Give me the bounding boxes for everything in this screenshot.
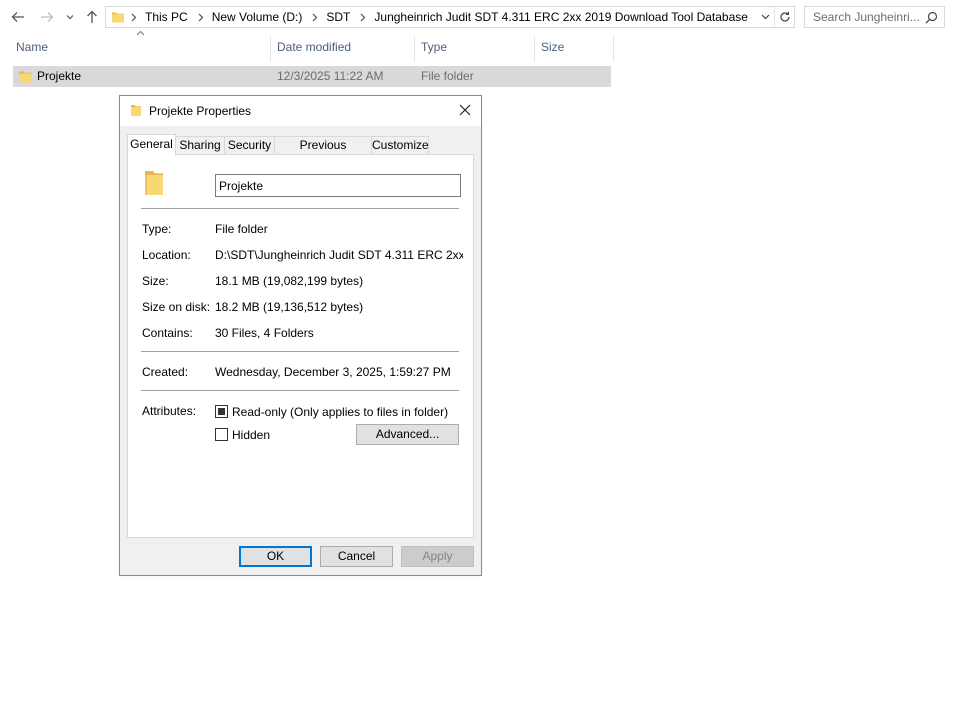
folder-icon [131, 105, 141, 116]
general-tab-panel: Type: File folder Location: D:\SDT\Jungh… [127, 154, 474, 538]
breadcrumb-item[interactable]: SDT [322, 10, 356, 24]
created-value: Wednesday, December 3, 2025, 1:59:27 PM [215, 365, 451, 379]
size-on-disk-label: Size on disk: [142, 300, 211, 314]
refresh-icon [779, 11, 790, 22]
search-input[interactable] [813, 10, 931, 24]
cancel-button[interactable]: Cancel [320, 546, 393, 567]
search-icon [925, 11, 938, 24]
breadcrumb-item[interactable]: Jungheinrich Judit SDT 4.311 ERC 2xx 201… [370, 10, 754, 24]
hidden-checkbox[interactable] [215, 428, 228, 441]
forward-button[interactable] [36, 6, 58, 28]
recent-locations-button[interactable] [63, 6, 77, 28]
chevron-down-icon [761, 14, 769, 20]
back-button[interactable] [7, 6, 29, 28]
tab-customize[interactable]: Customize [371, 136, 429, 155]
column-header-type[interactable]: Type [415, 36, 533, 60]
properties-dialog: Projekte Properties General Sharing Secu… [119, 95, 482, 576]
file-type: File folder [421, 69, 474, 83]
breadcrumb: This PC New Volume (D:) SDT Jungheinrich Ju… [127, 7, 754, 27]
separator [141, 208, 459, 209]
readonly-checkbox[interactable] [215, 405, 228, 418]
folder-icon [112, 12, 124, 23]
breadcrumb-item[interactable]: This PC [141, 10, 194, 24]
breadcrumb-separator-icon[interactable] [127, 13, 141, 22]
size-value: 18.1 MB (19,082,199 bytes) [215, 274, 364, 288]
column-divider[interactable] [613, 36, 614, 62]
dialog-title-bar[interactable]: Projekte Properties [120, 96, 481, 126]
tab-general[interactable]: General [127, 134, 176, 156]
tab-sharing[interactable]: Sharing [175, 136, 225, 155]
readonly-checkbox-label[interactable]: Read-only (Only applies to files in fold… [232, 405, 448, 419]
dialog-title: Projekte Properties [149, 104, 252, 118]
search-box[interactable] [804, 6, 945, 28]
address-dropdown-button[interactable] [758, 7, 772, 27]
close-icon[interactable] [457, 102, 473, 118]
contains-value: 30 Files, 4 Folders [215, 326, 314, 340]
location-value: D:\SDT\Jungheinrich Judit SDT 4.311 ERC … [215, 248, 463, 262]
file-row-projekte[interactable]: Projekte 12/3/2025 11:22 AM File folder [13, 66, 611, 87]
breadcrumb-separator-icon[interactable] [194, 13, 208, 22]
tab-security[interactable]: Security [224, 136, 275, 155]
folder-icon [19, 71, 32, 83]
folder-icon [145, 171, 163, 195]
up-button[interactable] [81, 6, 103, 28]
location-label: Location: [142, 248, 191, 262]
type-value: File folder [215, 222, 268, 236]
attributes-label: Attributes: [142, 404, 197, 418]
size-on-disk-value: 18.2 MB (19,136,512 bytes) [215, 300, 364, 314]
tab-previous-versions[interactable]: Previous Versions [274, 136, 372, 169]
type-label: Type: [142, 222, 172, 236]
advanced-button[interactable]: Advanced... [356, 424, 459, 445]
file-name: Projekte [37, 69, 82, 83]
column-header-name[interactable]: Name [10, 36, 268, 60]
arrow-right-icon [41, 12, 54, 22]
chevron-down-icon [66, 15, 74, 20]
ok-button[interactable]: OK [239, 546, 312, 567]
separator [141, 390, 459, 391]
size-label: Size: [142, 274, 169, 288]
column-header-size[interactable]: Size [535, 36, 611, 60]
folder-name-field[interactable] [215, 174, 461, 197]
breadcrumb-separator-icon[interactable] [308, 13, 322, 22]
arrow-up-icon [87, 10, 97, 23]
breadcrumb-item[interactable]: New Volume (D:) [208, 10, 309, 24]
contains-label: Contains: [142, 326, 193, 340]
navigation-bar: This PC New Volume (D:) SDT Jungheinrich Ju… [0, 0, 958, 34]
separator [141, 351, 459, 352]
hidden-checkbox-label[interactable]: Hidden [232, 428, 270, 442]
file-date-modified: 12/3/2025 11:22 AM [277, 69, 384, 83]
apply-button[interactable]: Apply [401, 546, 474, 567]
column-header-date-modified[interactable]: Date modified [271, 36, 413, 60]
refresh-button[interactable] [774, 7, 794, 27]
created-label: Created: [142, 365, 189, 379]
column-headers: Name Date modified Type Size [0, 36, 620, 62]
address-bar[interactable]: This PC New Volume (D:) SDT Jungheinrich Ju… [105, 6, 795, 28]
arrow-left-icon [11, 12, 24, 22]
breadcrumb-separator-icon[interactable] [356, 13, 370, 22]
